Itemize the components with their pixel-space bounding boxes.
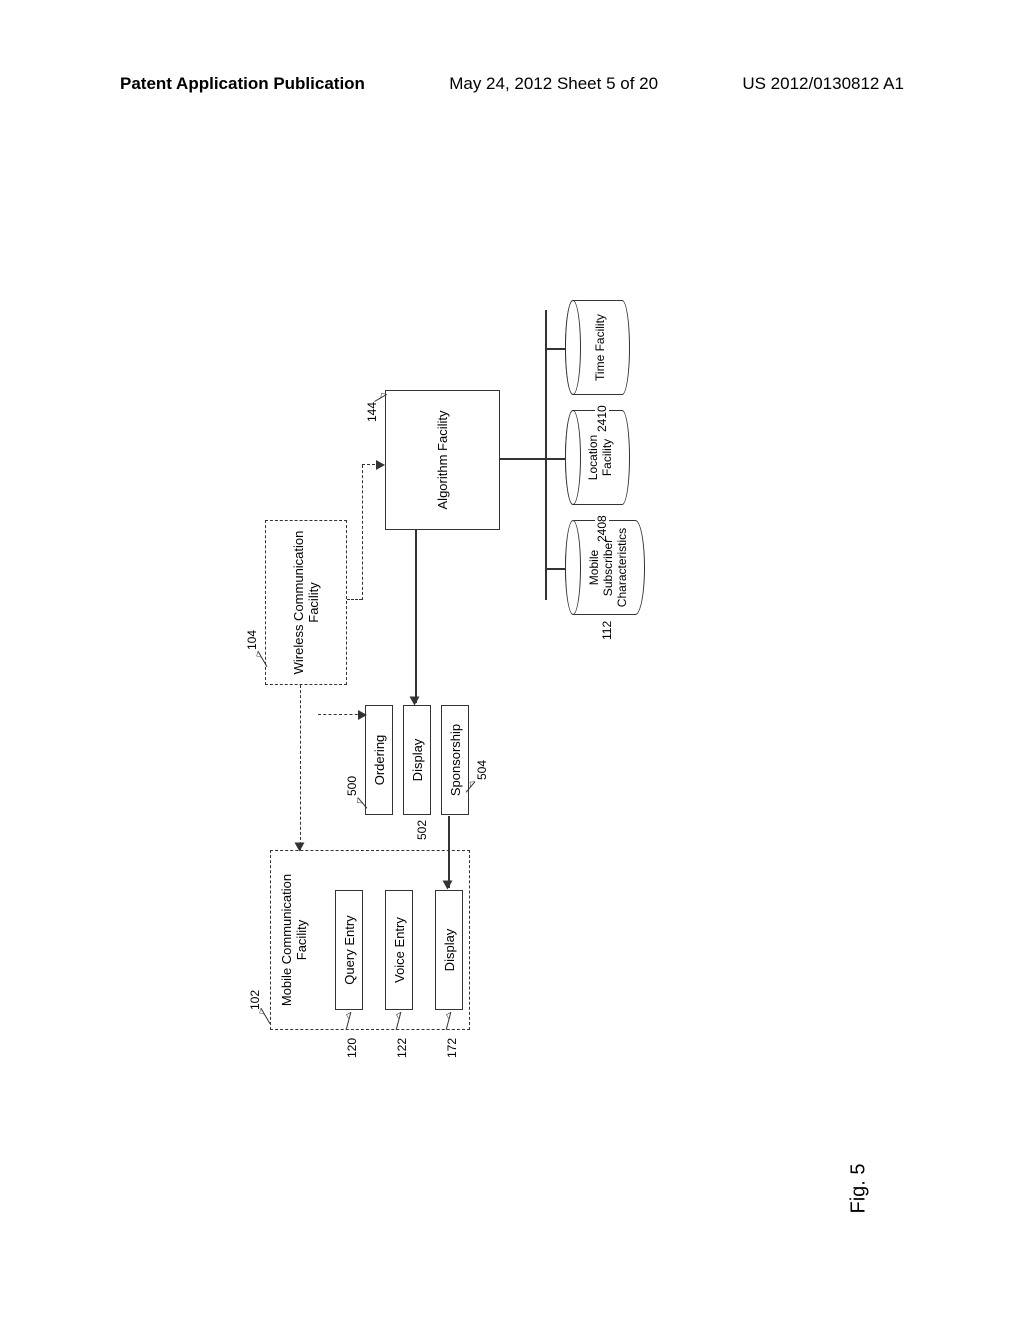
display-left-box: Display — [435, 890, 463, 1010]
display-left-ref: 172 — [445, 1038, 459, 1058]
query-entry-box: Query Entry — [335, 890, 363, 1010]
location-facility-cylinder: Location Facility — [565, 410, 630, 505]
header-left: Patent Application Publication — [120, 74, 365, 94]
page-header: Patent Application Publication May 24, 2… — [0, 74, 1024, 94]
msc-title: Mobile Subscriber Characteristics — [587, 526, 629, 609]
figure-label: Fig. 5 — [847, 1163, 870, 1213]
ordering-ref: 500 — [345, 776, 359, 796]
time-facility-cylinder: Time Facility — [565, 300, 630, 395]
location-title: Location Facility — [586, 416, 614, 499]
mcf-title: Mobile Communication Facility — [279, 854, 309, 1026]
algorithm-ref: 144 — [365, 402, 379, 422]
algorithm-title: Algorithm Facility — [435, 411, 450, 510]
voice-entry-box: Voice Entry — [385, 890, 413, 1010]
display-mid-title: Display — [410, 739, 425, 782]
display-mid-box: Display — [403, 705, 431, 815]
display-mid-ref: 502 — [415, 820, 429, 840]
ordering-box: Ordering — [365, 705, 393, 815]
wireless-communication-facility-box: Wireless Communication Facility — [265, 520, 347, 685]
ordering-title: Ordering — [372, 735, 387, 786]
sponsorship-ref: 504 — [475, 760, 489, 780]
sponsorship-title: Sponsorship — [448, 724, 463, 796]
msc-ref: 112 — [600, 621, 614, 640]
voice-entry-title: Voice Entry — [392, 917, 407, 983]
wcf-title: Wireless Communication Facility — [291, 524, 321, 681]
wcf-ref: 104 — [245, 630, 259, 650]
diagram: Mobile Communication Facility 102 Query … — [140, 250, 900, 1030]
header-center: May 24, 2012 Sheet 5 of 20 — [449, 74, 658, 94]
sponsorship-box: Sponsorship — [441, 705, 469, 815]
query-entry-ref: 120 — [345, 1038, 359, 1058]
header-right: US 2012/0130812 A1 — [742, 74, 904, 94]
mobile-subscriber-characteristics-cylinder: Mobile Subscriber Characteristics — [565, 520, 645, 615]
time-title: Time Facility — [593, 314, 607, 381]
algorithm-facility-box: Algorithm Facility — [385, 390, 500, 530]
voice-entry-ref: 122 — [395, 1038, 409, 1058]
display-left-title: Display — [442, 929, 457, 972]
query-entry-title: Query Entry — [342, 915, 357, 984]
